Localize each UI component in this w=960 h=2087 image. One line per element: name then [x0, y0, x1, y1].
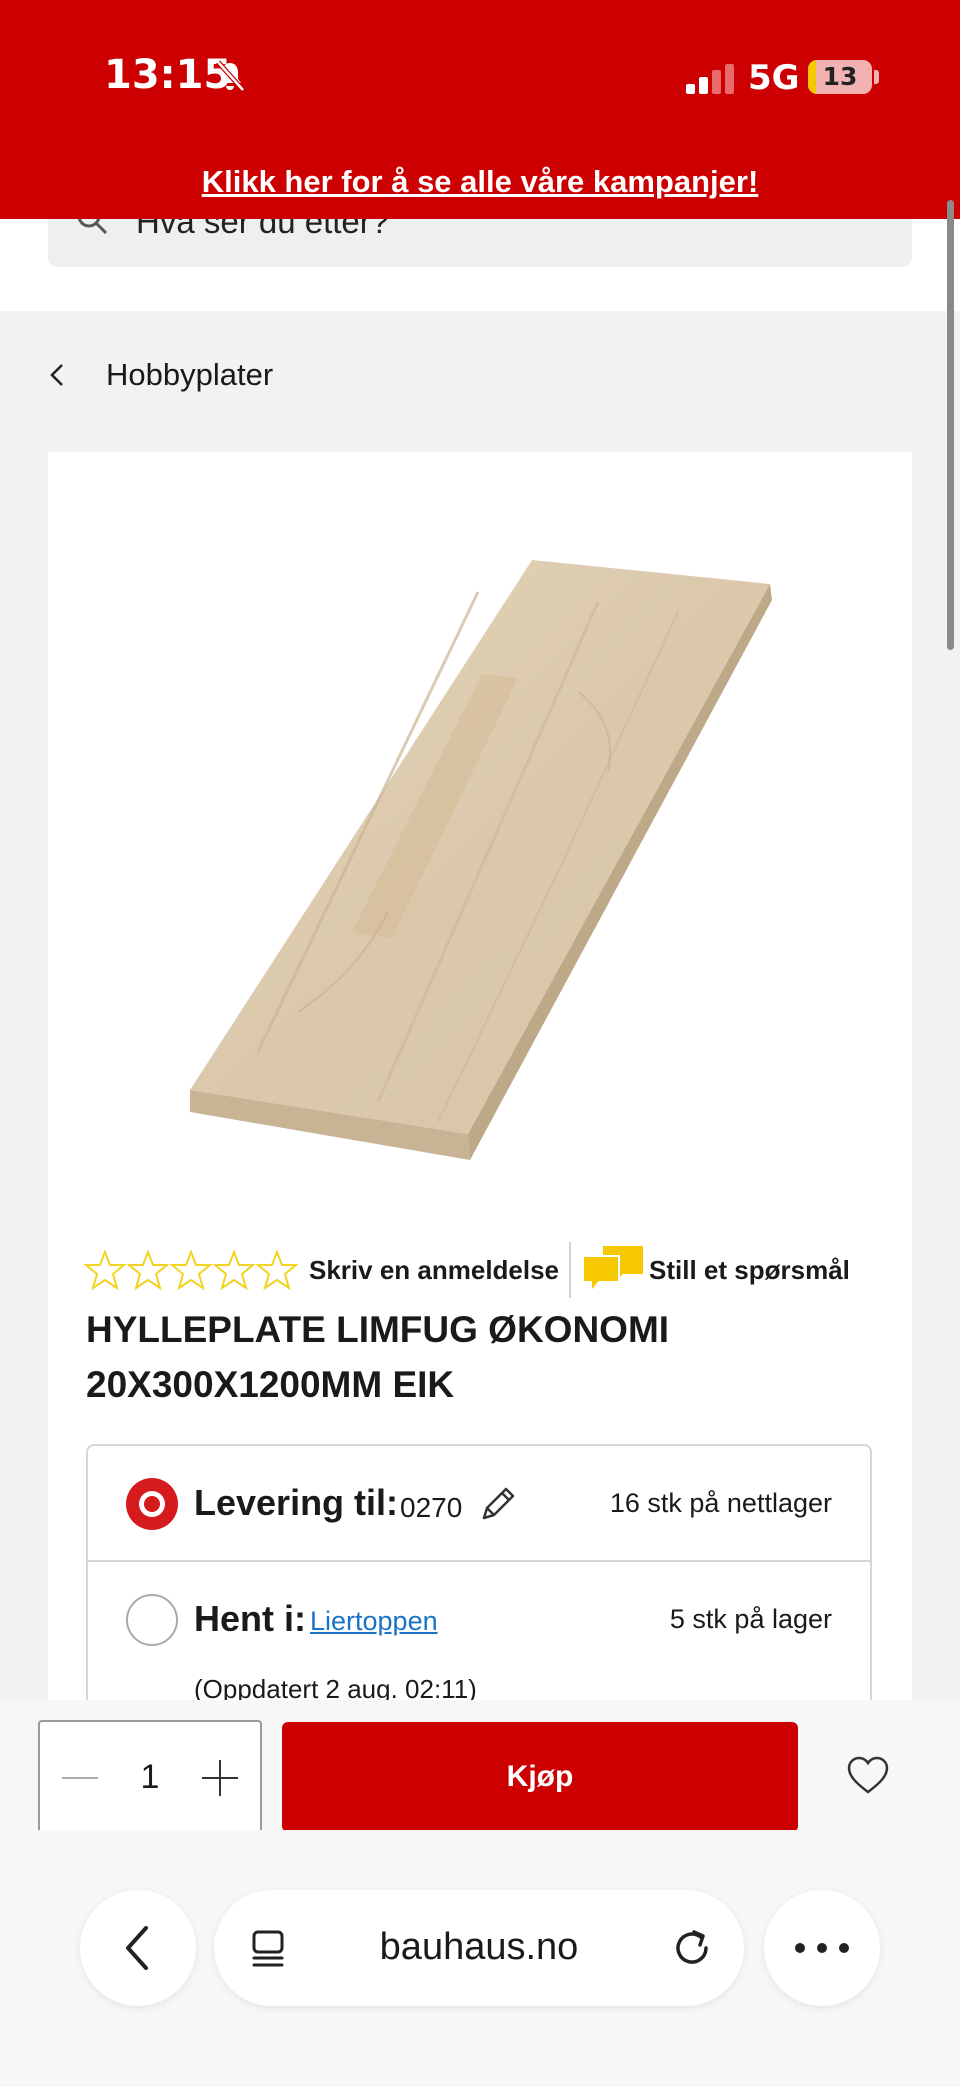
- ellipsis-icon: [795, 1943, 849, 1953]
- ask-question-link[interactable]: Still et spørsmål: [649, 1255, 850, 1286]
- delivery-option-home[interactable]: Levering til: 0270 16 stk på nettlager: [88, 1446, 870, 1562]
- postcode-value: 0270: [400, 1492, 463, 1523]
- online-stock: 16 stk på nettlager: [609, 1488, 832, 1518]
- more-options-button[interactable]: [764, 1890, 880, 2006]
- breadcrumb[interactable]: Hobbyplater: [40, 350, 273, 400]
- browser-toolbar: bauhaus.no: [0, 1830, 960, 2087]
- battery-icon: 13: [808, 60, 872, 94]
- pencil-icon[interactable]: [476, 1482, 520, 1526]
- chat-bubbles-icon[interactable]: [581, 1244, 645, 1296]
- buy-button[interactable]: Kjøp: [282, 1722, 798, 1832]
- battery-tip: [874, 70, 879, 84]
- product-title-line1: HYLLEPLATE LIMFUG ØKONOMI: [86, 1309, 670, 1350]
- signal-icon: [686, 64, 734, 94]
- star-icon: [170, 1249, 212, 1291]
- search-icon: [77, 219, 108, 235]
- star-icon: [127, 1249, 169, 1291]
- radio-selected[interactable]: [126, 1478, 178, 1530]
- write-review-link[interactable]: Skriv en anmeldelse: [309, 1255, 559, 1286]
- url-text: bauhaus.no: [379, 1926, 579, 1968]
- star-icon: [84, 1249, 126, 1291]
- star-icon: [213, 1249, 255, 1291]
- delivery-option-pickup[interactable]: Hent i: Liertoppen 5 stk på lager (Oppda…: [88, 1562, 870, 1704]
- chevron-left-icon: [126, 1926, 148, 1970]
- pickup-label: Hent i:: [194, 1598, 306, 1639]
- search-area: Hva ser du etter?: [0, 219, 960, 311]
- search-placeholder: Hva ser du etter?: [136, 219, 390, 240]
- product-image[interactable]: [178, 492, 818, 1182]
- product-title-line2: 20X300X1200MM EIK: [86, 1364, 455, 1405]
- delivery-label: Levering til:: [194, 1482, 399, 1523]
- scrollbar[interactable]: [947, 200, 954, 650]
- chevron-left-icon: [50, 364, 63, 386]
- rating-row: Skriv en anmeldelse Still et spørsmål: [84, 1242, 850, 1298]
- top-banner: 13:15 5G 13 Klikk her for å se alle våre…: [0, 0, 960, 219]
- breadcrumb-label: Hobbyplater: [106, 357, 274, 392]
- reload-icon[interactable]: [670, 1926, 714, 1970]
- browser-back-button[interactable]: [80, 1890, 196, 2006]
- radio-unselected[interactable]: [126, 1594, 178, 1646]
- search-input[interactable]: Hva ser du etter?: [48, 219, 912, 267]
- divider: [569, 1242, 572, 1298]
- store-link[interactable]: Liertoppen: [310, 1606, 438, 1637]
- network-label: 5G: [748, 58, 800, 98]
- product-title: HYLLEPLATE LIMFUG ØKONOMI 20X300X1200MM …: [86, 1302, 866, 1412]
- heart-icon[interactable]: [846, 1756, 890, 1796]
- campaign-link[interactable]: Klikk her for å se alle våre kampanjer!: [0, 164, 960, 200]
- battery-percent: 13: [822, 62, 858, 91]
- store-stock: 5 stk på lager: [669, 1604, 832, 1634]
- quantity-stepper: 1: [38, 1720, 262, 1834]
- product-card: Skriv en anmeldelse Still et spørsmål HY…: [48, 452, 912, 1864]
- address-bar[interactable]: bauhaus.no: [214, 1890, 744, 2006]
- buy-bar: 1 Kjøp: [0, 1700, 960, 1834]
- rating-stars[interactable]: [84, 1249, 299, 1291]
- bell-muted-icon: [216, 60, 245, 92]
- plus-icon[interactable]: [200, 1758, 240, 1798]
- star-icon: [256, 1249, 298, 1291]
